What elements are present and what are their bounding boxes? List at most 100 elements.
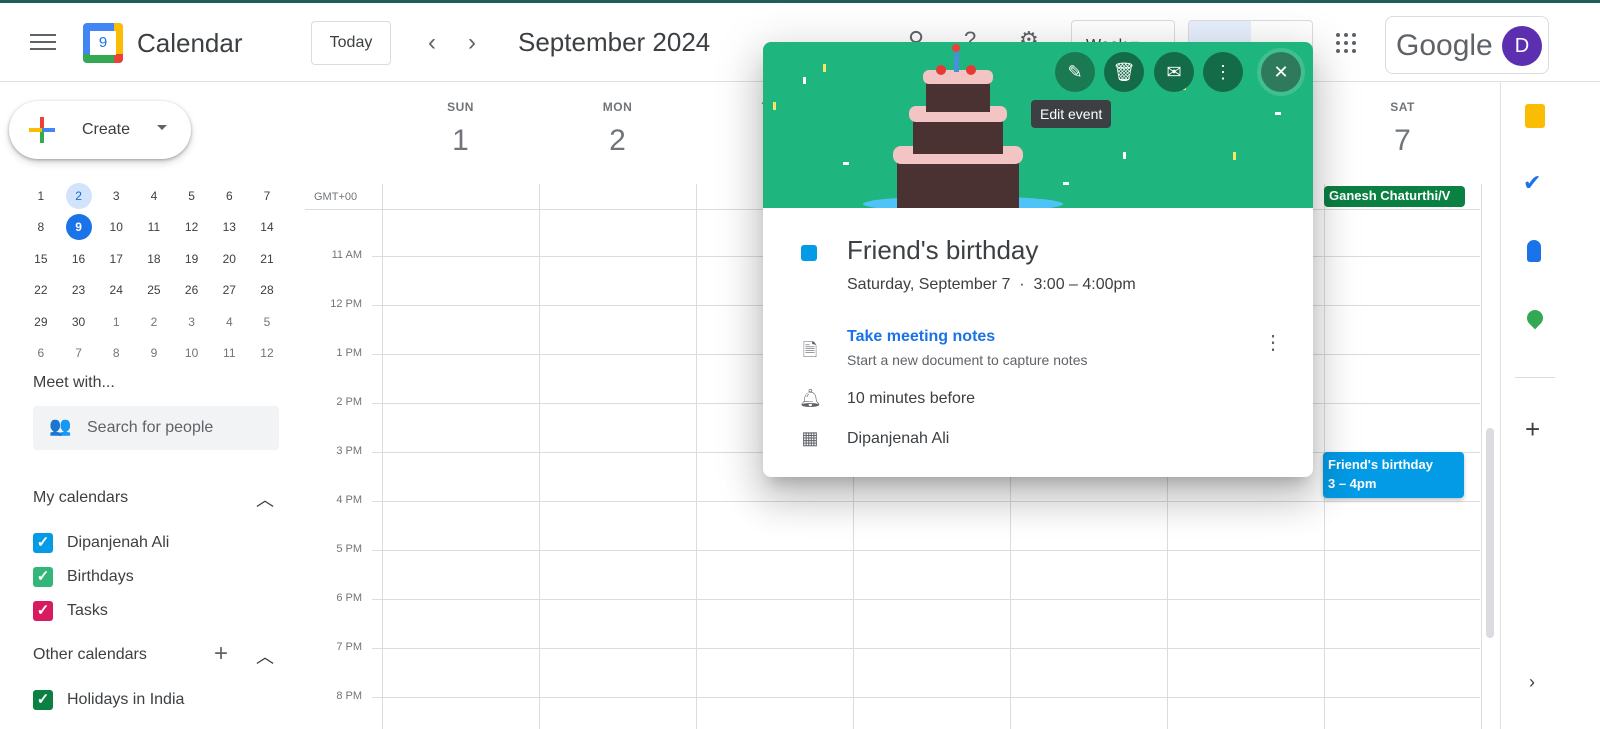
checkbox-checked-icon[interactable]: ✓ (33, 601, 53, 621)
mini-calendar-day[interactable]: 21 (248, 246, 286, 272)
mini-calendar-day[interactable]: 8 (97, 340, 135, 366)
close-icon: ✕ (1273, 62, 1289, 82)
calendar-item[interactable]: ✓ Holidays in India (33, 689, 184, 711)
mini-calendar-day[interactable]: 8 (22, 214, 60, 240)
google-apps-icon[interactable] (1336, 33, 1356, 53)
more-options-button[interactable]: ⋮ (1203, 52, 1243, 92)
calendar-item[interactable]: ✓ Tasks (33, 600, 108, 622)
next-week-button[interactable]: › (468, 29, 476, 57)
mini-calendar-day[interactable]: 13 (210, 214, 248, 240)
mini-calendar-day[interactable]: 15 (22, 246, 60, 272)
day-of-week: SUN (447, 100, 474, 114)
day-number[interactable]: 1 (382, 124, 539, 158)
mini-calendar-day[interactable]: 4 (210, 309, 248, 335)
mini-calendar-day[interactable]: 11 (135, 214, 173, 240)
mini-calendar-day[interactable]: 16 (60, 246, 98, 272)
mini-calendar-day[interactable]: 3 (97, 183, 135, 209)
day-header-mon[interactable]: MON 2 (539, 100, 696, 158)
mini-calendar-day[interactable]: 1 (97, 309, 135, 335)
event-date-time: Saturday, September 7 · 3:00 – 4:00pm (847, 276, 1136, 293)
mini-calendar-day[interactable]: 11 (210, 340, 248, 366)
day-number[interactable]: 2 (539, 124, 696, 158)
add-calendar-icon[interactable]: + (214, 640, 228, 668)
day-header-sat[interactable]: SAT 7 (1324, 100, 1481, 158)
today-button[interactable]: Today (311, 21, 391, 65)
checkbox-checked-icon[interactable]: ✓ (33, 533, 53, 553)
mini-calendar-day[interactable]: 25 (135, 277, 173, 303)
hour-line (372, 648, 1480, 649)
create-button[interactable]: Create (9, 101, 191, 159)
mini-calendar-day[interactable]: 7 (60, 340, 98, 366)
all-day-event-holiday[interactable]: Ganesh Chaturthi/V (1324, 186, 1465, 207)
email-guests-button[interactable]: ✉ (1154, 52, 1194, 92)
chevron-up-icon[interactable]: ︿ (256, 643, 274, 669)
mini-calendar-day[interactable]: 10 (97, 214, 135, 240)
day-header-sun[interactable]: SUN 1 (382, 100, 539, 158)
mini-calendar-day[interactable]: 5 (248, 309, 286, 335)
chevron-up-icon[interactable]: ︿ (256, 486, 274, 512)
mini-calendar-day[interactable]: 6 (210, 183, 248, 209)
mini-calendar-day[interactable]: 9 (135, 340, 173, 366)
mini-calendar-day[interactable]: 2 (135, 309, 173, 335)
mini-calendar-day[interactable]: 4 (135, 183, 173, 209)
previous-week-button[interactable]: ‹ (428, 29, 436, 57)
mini-calendar-day[interactable]: 3 (173, 309, 211, 335)
mini-calendar-day[interactable]: 28 (248, 277, 286, 303)
google-account-button[interactable]: Google D (1385, 16, 1549, 74)
get-addons-icon[interactable]: + (1525, 414, 1540, 445)
main-menu-button[interactable] (30, 31, 56, 51)
mini-calendar-day[interactable]: 1 (22, 183, 60, 209)
checkbox-checked-icon[interactable]: ✓ (33, 690, 53, 710)
other-calendars-heading[interactable]: Other calendars (33, 646, 147, 664)
close-popup-button[interactable]: ✕ (1261, 52, 1301, 92)
mini-calendar-day[interactable]: 23 (60, 277, 98, 303)
checkbox-checked-icon[interactable]: ✓ (33, 567, 53, 587)
grid-scrollbar[interactable] (1486, 428, 1494, 638)
mini-calendar-day[interactable]: 17 (97, 246, 135, 272)
notes-more-icon[interactable]: ⋮ (1263, 330, 1283, 355)
mini-calendar-day[interactable]: 12 (173, 214, 211, 240)
mini-calendar-day[interactable]: 20 (210, 246, 248, 272)
mini-calendar-day[interactable]: 5 (173, 183, 211, 209)
mini-calendar-day[interactable]: 14 (248, 214, 286, 240)
timezone-label: GMT+00 (314, 191, 358, 203)
mini-calendar-day[interactable]: 27 (210, 277, 248, 303)
mini-calendar-day[interactable]: 30 (60, 309, 98, 335)
mini-calendar-day[interactable]: 22 (22, 277, 60, 303)
mini-calendar-day[interactable]: 12 (248, 340, 286, 366)
avatar[interactable]: D (1502, 26, 1542, 66)
day-column-divider (1481, 184, 1482, 729)
my-calendars-heading[interactable]: My calendars (33, 489, 128, 507)
trash-icon: 🗑 (1112, 62, 1136, 82)
day-number[interactable]: 7 (1324, 124, 1481, 158)
hour-label: 12 PM (330, 298, 362, 310)
contacts-icon[interactable] (1527, 240, 1541, 262)
calendar-name: Dipanjenah Ali (67, 534, 170, 551)
delete-event-button[interactable]: 🗑 (1104, 52, 1144, 92)
edit-event-button[interactable]: ✎ (1055, 52, 1095, 92)
expand-panel-icon[interactable]: › (1529, 672, 1535, 693)
search-people-input[interactable]: 👥 Search for people (33, 406, 279, 450)
take-meeting-notes-link[interactable]: Take meeting notes (847, 328, 995, 346)
calendar-item[interactable]: ✓ Birthdays (33, 566, 134, 588)
event-friends-birthday[interactable]: Friend's birthday 3 – 4pm (1323, 452, 1464, 498)
day-of-week: MON (602, 100, 633, 114)
tasks-icon[interactable]: ✔ (1523, 170, 1541, 196)
mini-calendar-day[interactable]: 10 (173, 340, 211, 366)
mini-calendar-day[interactable]: 18 (135, 246, 173, 272)
mini-calendar-day[interactable]: 9 (65, 214, 92, 241)
mini-calendar-day[interactable]: 2 (65, 182, 92, 209)
keep-icon[interactable] (1525, 104, 1545, 128)
mini-calendar-day[interactable]: 24 (97, 277, 135, 303)
create-label: Create (82, 121, 131, 138)
mini-calendar-day[interactable]: 7 (248, 183, 286, 209)
maps-icon[interactable] (1523, 306, 1547, 330)
mini-calendar-day[interactable]: 26 (173, 277, 211, 303)
search-people-placeholder: Search for people (87, 419, 214, 436)
mini-calendar-week: 6 7 8 9 10 11 12 (22, 338, 286, 370)
mini-calendar-day[interactable]: 29 (22, 309, 60, 335)
calendar-item[interactable]: ✓ Dipanjenah Ali (33, 532, 169, 554)
mini-calendar-day[interactable]: 6 (22, 340, 60, 366)
mini-calendar-day[interactable]: 19 (173, 246, 211, 272)
hour-label: 7 PM (336, 641, 362, 653)
